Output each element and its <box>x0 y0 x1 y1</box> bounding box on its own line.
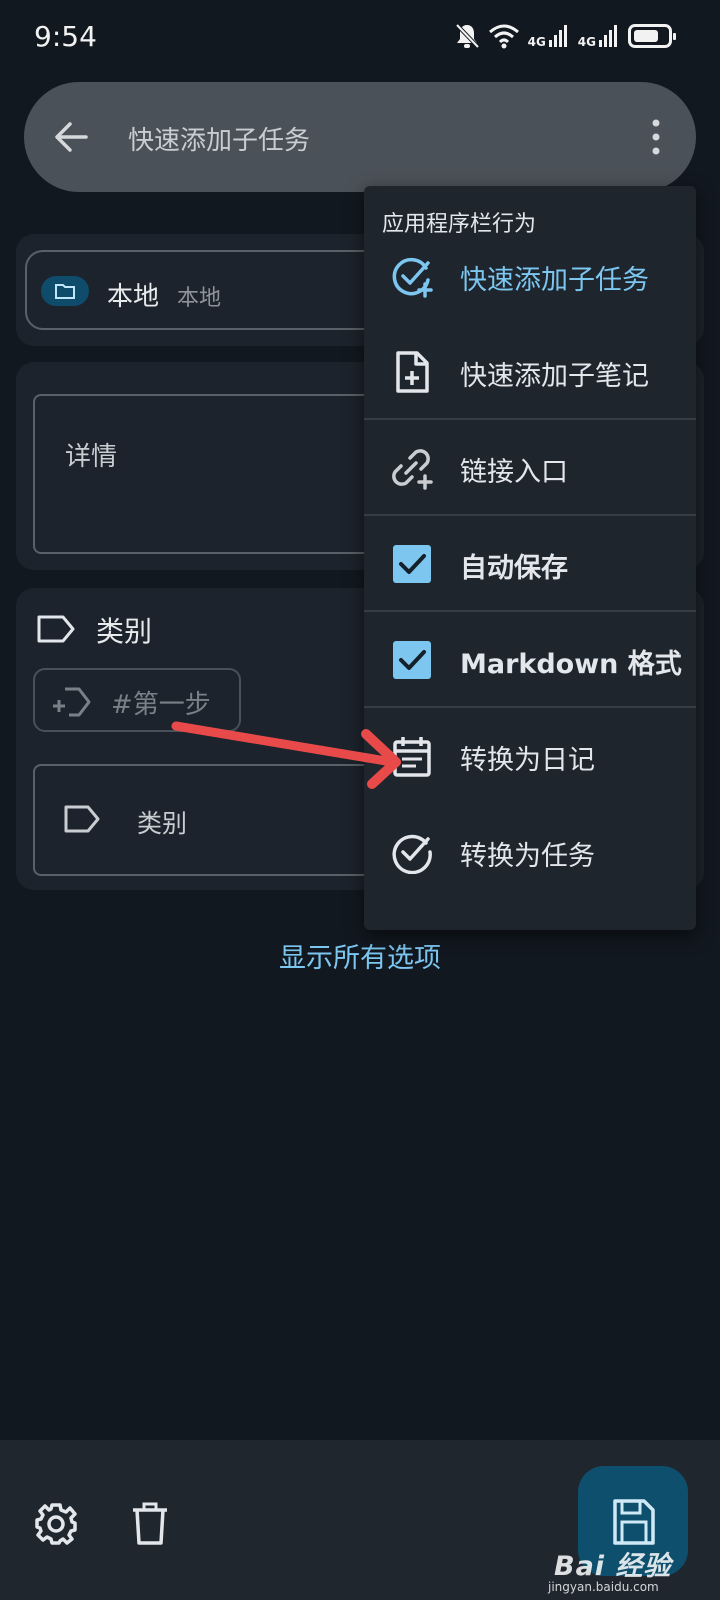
checkbox-checked-icon[interactable] <box>390 638 434 682</box>
label-icon <box>64 805 100 833</box>
settings-icon[interactable] <box>34 1502 78 1546</box>
baidu-watermark: Bai 经验 jingyan.baidu.com <box>548 1544 718 1600</box>
add-link-icon <box>392 449 433 490</box>
menu-item-label: 快速添加子笔记 <box>460 361 649 392</box>
top-app-bar: 快速添加子任务 <box>24 82 696 192</box>
folder-badge <box>41 276 89 306</box>
signal-bars-icon <box>599 25 617 47</box>
menu-item-quick-add-subnote[interactable]: 快速添加子笔记 <box>364 324 696 420</box>
cell-signal-2: 4G <box>578 24 620 48</box>
menu-item-link-entry[interactable]: 链接入口 <box>364 420 696 516</box>
collection-subtitle: 本地 <box>177 286 222 311</box>
menu-item-label: 转换为任务 <box>460 841 595 872</box>
show-all-options-link[interactable]: 显示所有选项 <box>0 936 720 975</box>
category-field-label: 类别 <box>137 809 188 838</box>
arrow-back-icon[interactable] <box>52 117 92 157</box>
new-label-icon <box>53 687 91 717</box>
menu-item-label: 链接入口 <box>460 457 568 488</box>
battery-icon <box>628 24 676 48</box>
battery-level <box>634 30 658 42</box>
menu-item-markdown-format[interactable]: Markdown 格式 <box>364 612 696 708</box>
categories-header: 类别 <box>96 615 153 648</box>
collection-name: 本地 <box>107 282 160 312</box>
status-bar: 9:54 4G 4G <box>0 0 720 76</box>
more-vertical-icon[interactable] <box>646 117 666 157</box>
check-circle-icon <box>392 834 432 874</box>
menu-item-convert-to-journal[interactable]: 转换为日记 <box>364 708 696 804</box>
notifications-off-icon <box>455 23 480 49</box>
status-icons: 4G 4G <box>454 22 676 50</box>
category-chip-label: #第一步 <box>111 690 211 720</box>
delete-icon[interactable] <box>130 1502 170 1546</box>
note-add-icon <box>396 351 429 393</box>
signal-bars-icon <box>548 25 567 47</box>
menu-item-label: 快速添加子任务 <box>460 265 649 296</box>
overflow-menu: 应用程序栏行为 快速添加子任务 快速添加子笔记 链接入口 自动保存 Markdo… <box>364 186 696 930</box>
network-type-2: 4G <box>577 35 596 49</box>
menu-item-quick-add-subtask[interactable]: 快速添加子任务 <box>364 228 696 324</box>
menu-item-label: 转换为日记 <box>460 745 595 776</box>
add-task-icon <box>392 257 433 298</box>
checkbox-checked-icon[interactable] <box>390 542 434 586</box>
menu-item-autosave[interactable]: 自动保存 <box>364 516 696 612</box>
save-icon <box>613 1499 655 1545</box>
menu-item-label: Markdown 格式 <box>460 649 682 680</box>
cell-signal-1: 4G <box>528 24 570 48</box>
watermark-url: jingyan.baidu.com <box>548 1580 659 1594</box>
annotation-arrow <box>171 721 401 789</box>
watermark-brand: Bai 经验 <box>554 1551 672 1582</box>
detail-label: 详情 <box>65 442 118 472</box>
wifi-icon <box>488 24 519 49</box>
label-icon <box>37 615 75 643</box>
status-time: 9:54 <box>34 20 97 53</box>
network-type-1: 4G <box>527 35 546 49</box>
menu-item-label: 自动保存 <box>460 553 568 584</box>
menu-item-convert-to-task[interactable]: 转换为任务 <box>364 804 696 900</box>
page-title: 快速添加子任务 <box>128 126 311 156</box>
folder-icon <box>55 284 75 299</box>
